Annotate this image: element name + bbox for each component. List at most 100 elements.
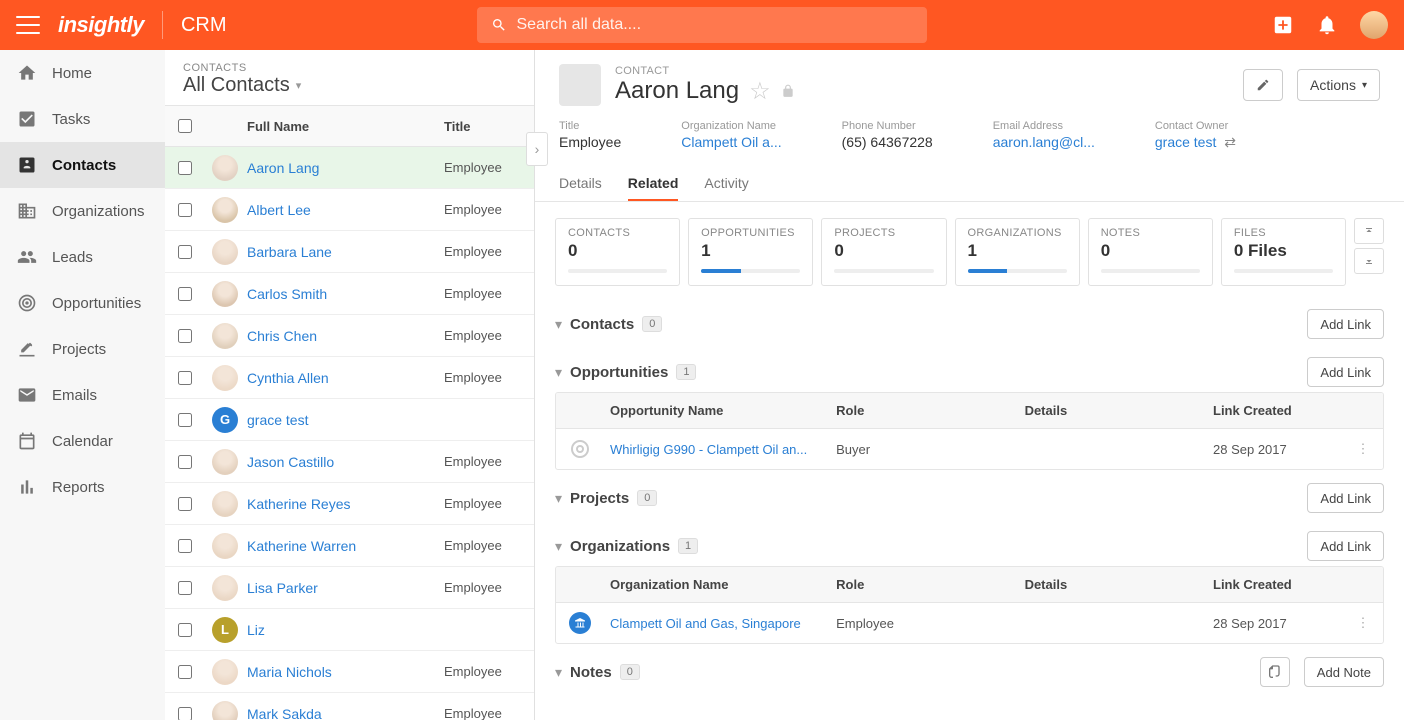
expand-panel-button[interactable]: › [526,132,548,166]
chevron-down-icon[interactable]: ▾ [555,538,562,555]
organization-link[interactable]: Clampett Oil and Gas, Singapore [610,616,801,631]
sidebar-item-contacts[interactable]: Contacts [0,142,165,188]
sidebar-item-organizations[interactable]: Organizations [0,188,165,234]
chevron-down-icon[interactable]: ▾ [555,316,562,333]
search-input[interactable] [517,16,913,34]
table-row[interactable]: G grace test [165,399,534,441]
row-checkbox[interactable] [178,203,192,217]
table-row[interactable]: Barbara Lane Employee [165,231,534,273]
contact-link[interactable]: Cynthia Allen [247,370,329,386]
table-row[interactable]: Carlos Smith Employee [165,273,534,315]
contact-link[interactable]: Aaron Lang [247,160,319,176]
field-value-org[interactable]: Clampett Oil a... [681,134,781,150]
contact-link[interactable]: Chris Chen [247,328,317,344]
edit-button[interactable] [1243,69,1283,101]
actions-button[interactable]: Actions ▾ [1297,69,1380,101]
sidebar-item-emails[interactable]: Emails [0,372,165,418]
row-checkbox[interactable] [178,581,192,595]
table-row[interactable]: Aaron Lang Employee [165,147,534,189]
contact-link[interactable]: grace test [247,412,308,428]
menu-toggle[interactable] [16,16,40,34]
col-details[interactable]: Details [1025,577,1213,592]
row-menu-icon[interactable]: ⋮ [1343,441,1383,457]
collapse-all-button[interactable] [1354,218,1384,244]
table-row[interactable]: Maria Nichols Employee [165,651,534,693]
col-fullname[interactable]: Full Name [245,119,444,134]
col-org-name[interactable]: Organization Name [604,577,836,592]
add-link-button[interactable]: Add Link [1307,483,1384,513]
row-checkbox[interactable] [178,371,192,385]
summary-card[interactable]: PROJECTS 0 [821,218,946,286]
chevron-down-icon[interactable]: ▾ [555,664,562,681]
table-row[interactable]: Katherine Warren Employee [165,525,534,567]
row-checkbox[interactable] [178,455,192,469]
contact-link[interactable]: Albert Lee [247,202,311,218]
summary-card[interactable]: OPPORTUNITIES 1 [688,218,813,286]
bell-icon[interactable] [1316,14,1338,36]
contact-link[interactable]: Liz [247,622,265,638]
expand-all-button[interactable] [1354,248,1384,274]
row-checkbox[interactable] [178,329,192,343]
col-details[interactable]: Details [1025,403,1213,418]
sidebar-item-reports[interactable]: Reports [0,464,165,510]
contact-link[interactable]: Maria Nichols [247,664,332,680]
field-value-email[interactable]: aaron.lang@cl... [993,134,1095,150]
tab-details[interactable]: Details [559,165,602,201]
col-opp-name[interactable]: Opportunity Name [604,403,836,418]
brand-logo[interactable]: insightly [58,12,144,38]
col-role[interactable]: Role [836,403,1024,418]
add-note-button[interactable]: Add Note [1304,657,1384,687]
tab-related[interactable]: Related [628,165,679,201]
row-checkbox[interactable] [178,665,192,679]
table-row[interactable]: Whirligig G990 - Clampett Oil an... Buye… [556,429,1383,469]
summary-card[interactable]: CONTACTS 0 [555,218,680,286]
col-title[interactable]: Title [444,119,534,134]
search-box[interactable] [477,7,927,43]
table-row[interactable]: Katherine Reyes Employee [165,483,534,525]
table-row[interactable]: Clampett Oil and Gas, Singapore Employee… [556,603,1383,643]
summary-card[interactable]: ORGANIZATIONS 1 [955,218,1080,286]
add-link-button[interactable]: Add Link [1307,531,1384,561]
contact-link[interactable]: Carlos Smith [247,286,327,302]
row-checkbox[interactable] [178,539,192,553]
chevron-down-icon[interactable]: ▾ [555,364,562,381]
table-row[interactable]: Chris Chen Employee [165,315,534,357]
table-row[interactable]: Mark Sakda Employee [165,693,534,720]
chevron-down-icon[interactable]: ▾ [555,490,562,507]
row-checkbox[interactable] [178,497,192,511]
star-icon[interactable]: ☆ [749,77,771,106]
table-row[interactable]: Jason Castillo Employee [165,441,534,483]
add-link-button[interactable]: Add Link [1307,309,1384,339]
col-role[interactable]: Role [836,577,1024,592]
summary-card[interactable]: NOTES 0 [1088,218,1213,286]
col-created[interactable]: Link Created [1213,403,1343,418]
list-title[interactable]: All Contacts ▾ [183,74,516,97]
row-checkbox[interactable] [178,413,192,427]
row-checkbox[interactable] [178,245,192,259]
table-row[interactable]: Lisa Parker Employee [165,567,534,609]
row-checkbox[interactable] [178,623,192,637]
col-created[interactable]: Link Created [1213,577,1343,592]
summary-card[interactable]: FILES 0 Files [1221,218,1346,286]
table-row[interactable]: L Liz [165,609,534,651]
select-all-checkbox[interactable] [178,119,192,133]
sidebar-item-opportunities[interactable]: Opportunities [0,280,165,326]
contact-link[interactable]: Mark Sakda [247,706,322,720]
add-icon[interactable] [1272,14,1294,36]
row-checkbox[interactable] [178,161,192,175]
row-checkbox[interactable] [178,707,192,720]
evernote-button[interactable] [1260,657,1290,687]
sidebar-item-home[interactable]: Home [0,50,165,96]
sidebar-item-projects[interactable]: Projects [0,326,165,372]
sidebar-item-leads[interactable]: Leads [0,234,165,280]
sidebar-item-calendar[interactable]: Calendar [0,418,165,464]
contact-link[interactable]: Jason Castillo [247,454,334,470]
opportunity-link[interactable]: Whirligig G990 - Clampett Oil an... [610,442,807,457]
table-row[interactable]: Cynthia Allen Employee [165,357,534,399]
add-link-button[interactable]: Add Link [1307,357,1384,387]
contact-link[interactable]: Katherine Warren [247,538,356,554]
table-row[interactable]: Albert Lee Employee [165,189,534,231]
row-menu-icon[interactable]: ⋮ [1343,615,1383,631]
contact-link[interactable]: Lisa Parker [247,580,318,596]
tab-activity[interactable]: Activity [704,165,748,201]
